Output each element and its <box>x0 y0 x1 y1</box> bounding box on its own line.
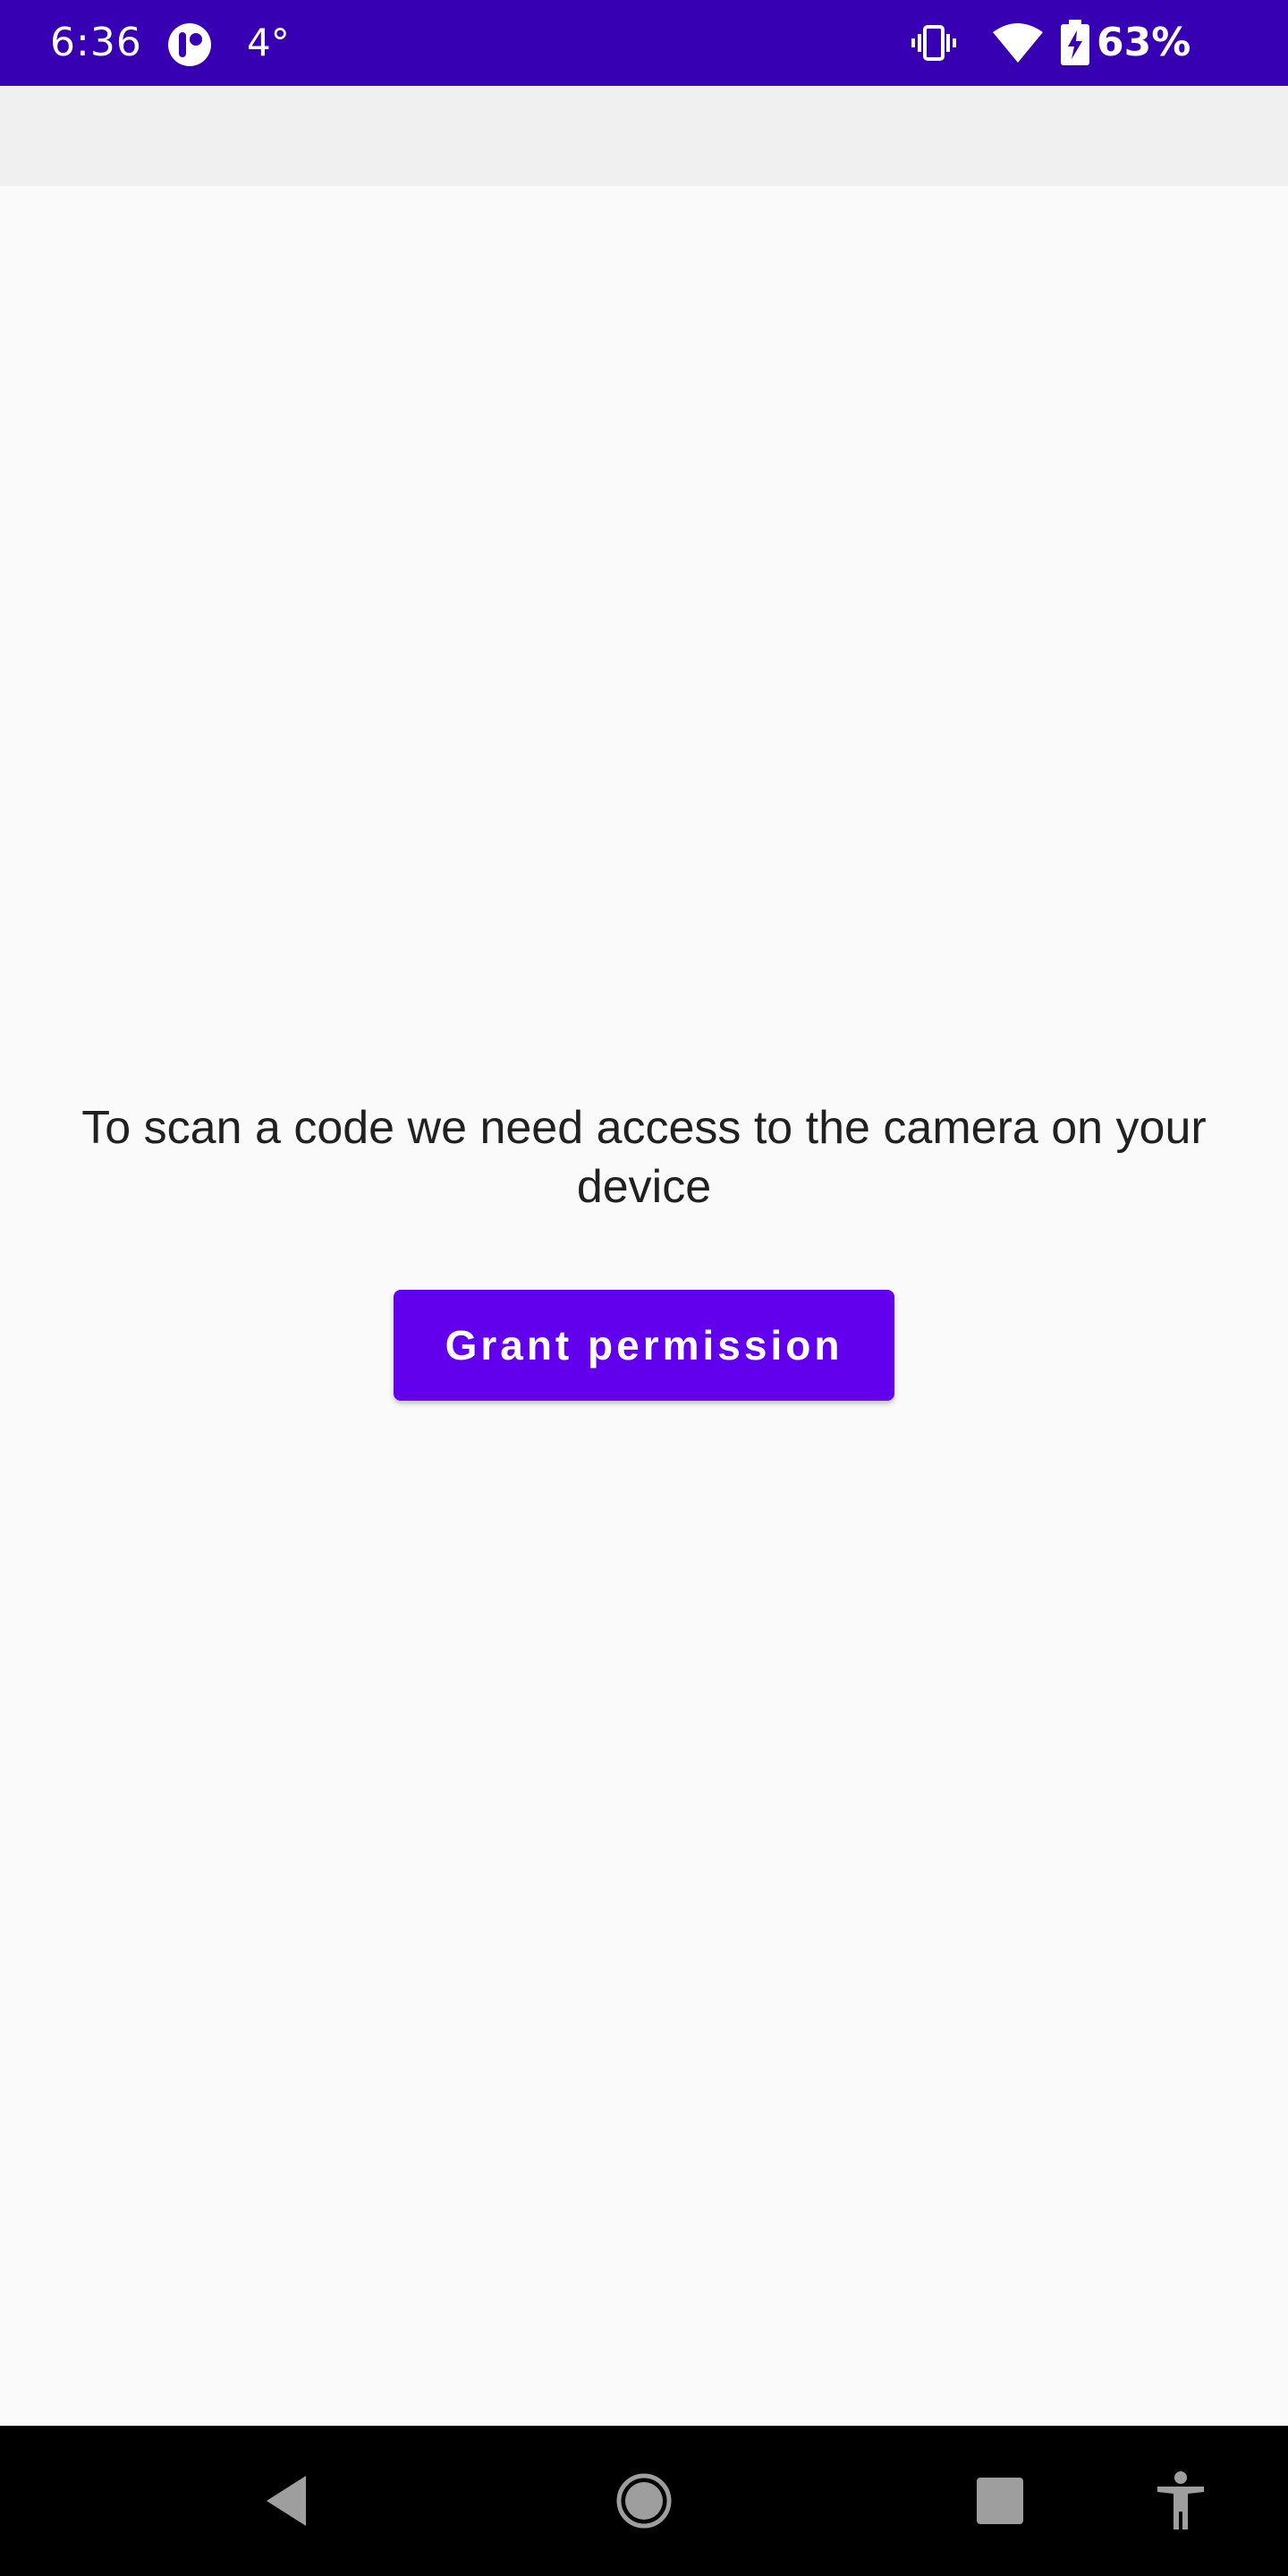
status-time: 6:36 <box>50 20 142 65</box>
back-button[interactable] <box>224 2426 349 2576</box>
home-button[interactable] <box>581 2426 707 2576</box>
camera-permission-message: To scan a code we need access to the cam… <box>81 1102 1207 1213</box>
status-temperature: 4° <box>247 21 290 64</box>
accessibility-icon <box>1157 2471 1204 2529</box>
app-bar <box>0 86 1288 186</box>
battery-charging-icon <box>1059 20 1091 66</box>
back-icon <box>267 2476 306 2526</box>
recents-button[interactable] <box>937 2426 1063 2576</box>
battery-level: 63% <box>1097 20 1191 65</box>
status-icons: 63% <box>787 0 1288 86</box>
grant-permission-button[interactable]: Grant permission <box>394 1290 894 1401</box>
recents-icon <box>977 2478 1023 2524</box>
status-bar: 6:36 4° 63% <box>0 0 1288 86</box>
navigation-bar <box>0 2426 1288 2576</box>
home-icon <box>616 2473 672 2529</box>
vibrate-icon <box>911 23 957 63</box>
app-notification-icon <box>166 21 213 68</box>
wifi-icon <box>991 21 1045 64</box>
permission-screen: To scan a code we need access to the cam… <box>0 186 1288 2426</box>
accessibility-button[interactable] <box>1118 2426 1243 2576</box>
